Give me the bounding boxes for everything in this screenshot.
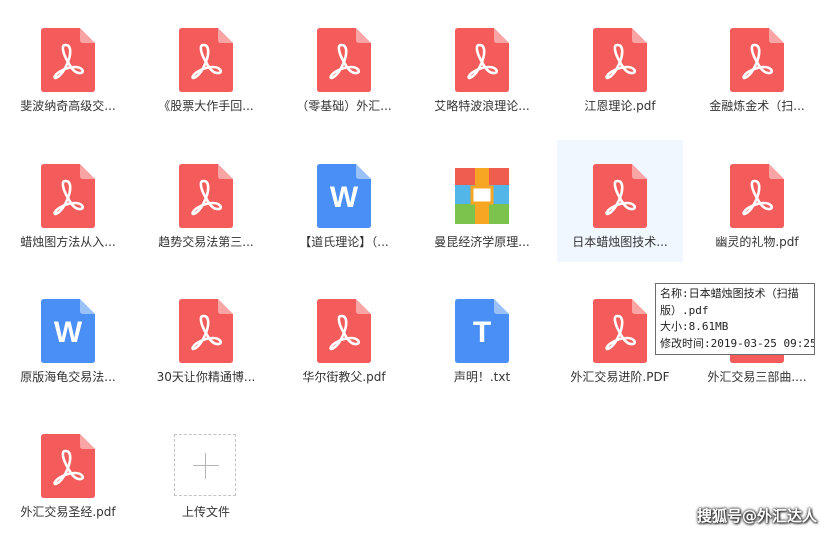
upload-label: 上传文件 (181, 505, 230, 519)
pdf-file-icon (730, 164, 784, 228)
pdf-file-icon (317, 28, 371, 92)
file-item[interactable]: 日本蜡烛图技术... (557, 140, 683, 262)
file-name: 斐波纳奇高级交... (20, 99, 116, 113)
file-item[interactable]: 趋势交易法第三... (143, 140, 269, 262)
pdf-file-icon (41, 164, 95, 228)
file-item[interactable]: 幽灵的礼物.pdf (694, 140, 820, 262)
pdf-file-icon (317, 299, 371, 363)
tooltip-line: 修改时间:2019-03-25 09:25 (660, 336, 815, 350)
file-item[interactable]: T 声明！.txt (419, 275, 545, 397)
pdf-file-icon (179, 299, 233, 363)
text-file-icon: T (455, 299, 509, 363)
file-item[interactable]: 斐波纳奇高级交... (5, 4, 131, 126)
file-name: 华尔街教父.pdf (302, 370, 386, 384)
file-item[interactable]: 金融炼金术（扫... (694, 4, 820, 126)
tooltip-line: 版）.pdf (660, 303, 709, 317)
file-name: （零基础）外汇... (296, 99, 392, 113)
tooltip-line: 大小:8.61MB (660, 320, 729, 333)
file-name: 《股票大作手回... (158, 99, 254, 113)
upload-file-button[interactable]: 上传文件 (143, 410, 269, 532)
pdf-file-icon (179, 164, 233, 228)
file-item[interactable]: W 原版海龟交易法... (5, 275, 131, 397)
file-name: 外汇交易三部曲.... (707, 370, 807, 384)
file-name: 原版海龟交易法... (20, 370, 116, 384)
file-name: 日本蜡烛图技术... (572, 235, 668, 249)
pdf-file-icon (41, 28, 95, 92)
pdf-file-icon (455, 28, 509, 92)
file-name: 曼昆经济学原理... (434, 235, 530, 249)
watermark: 搜狐号@外汇达人 (696, 507, 817, 525)
file-item[interactable]: 蜡烛图方法从入... (5, 140, 131, 262)
file-name: 趋势交易法第三... (158, 235, 254, 249)
svg-text:T: T (473, 316, 491, 349)
file-item[interactable]: （零基础）外汇... (281, 4, 407, 126)
pdf-file-icon (593, 299, 647, 363)
file-item[interactable]: 30天让你精通博... (143, 275, 269, 397)
archive-file-icon (455, 164, 509, 228)
file-name: 蜡烛图方法从入... (20, 235, 116, 249)
pdf-file-icon (730, 28, 784, 92)
file-name: 30天让你精通博... (156, 370, 256, 384)
file-item[interactable]: 《股票大作手回... (143, 4, 269, 126)
file-tooltip: 名称:日本蜡烛图技术（扫描 版）.pdf 大小:8.61MB 修改时间:2019… (655, 283, 815, 355)
file-item[interactable]: W 【道氏理论】（... (281, 140, 407, 262)
file-name: 江恩理论.pdf (584, 99, 656, 113)
file-name: 外汇交易圣经.pdf (20, 505, 116, 519)
svg-text:W: W (54, 316, 83, 349)
tooltip-line: 名称:日本蜡烛图技术（扫描 (660, 287, 799, 300)
file-name: 声明！.txt (453, 370, 511, 384)
word-file-icon: W (317, 164, 371, 228)
file-name: 金融炼金术（扫... (709, 99, 805, 113)
file-name: 【道氏理论】（... (299, 235, 389, 249)
file-name: 幽灵的礼物.pdf (715, 235, 799, 249)
file-item[interactable]: 艾略特波浪理论... (419, 4, 545, 126)
file-name: 艾略特波浪理论... (434, 99, 530, 113)
pdf-file-icon (179, 28, 233, 92)
file-item[interactable]: 外汇交易圣经.pdf (5, 410, 131, 532)
file-item[interactable]: 华尔街教父.pdf (281, 275, 407, 397)
file-item[interactable]: 曼昆经济学原理... (419, 140, 545, 262)
pdf-file-icon (593, 164, 647, 228)
file-name: 外汇交易进阶.PDF (570, 370, 670, 384)
pdf-file-icon (41, 434, 95, 498)
word-file-icon: W (41, 299, 95, 363)
pdf-file-icon (593, 28, 647, 92)
svg-text:W: W (330, 181, 359, 214)
plus-icon (174, 434, 236, 496)
file-item[interactable]: 江恩理论.pdf (557, 4, 683, 126)
